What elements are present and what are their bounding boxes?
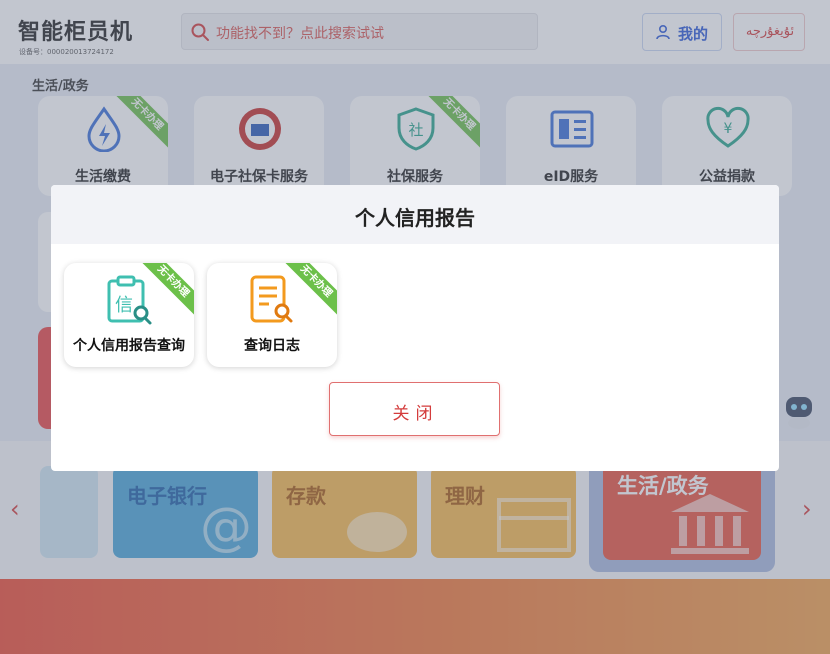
svg-text:信: 信 bbox=[115, 295, 133, 316]
query-log-button[interactable]: 无卡办理 查询日志 bbox=[207, 263, 337, 367]
credit-report-dialog: 个人信用报告 信 无卡办理 个人信用报告查询 无卡办理 查询日志 关闭 bbox=[51, 185, 779, 471]
close-button[interactable]: 关闭 bbox=[329, 382, 500, 436]
credit-report-search-icon: 信 bbox=[107, 275, 152, 325]
credit-report-query-button[interactable]: 信 无卡办理 个人信用报告查询 bbox=[64, 263, 194, 367]
dialog-header: 个人信用报告 bbox=[51, 185, 779, 244]
query-log-icon bbox=[250, 275, 293, 323]
tile-label: 个人信用报告查询 bbox=[73, 338, 185, 354]
tile-label: 查询日志 bbox=[244, 338, 300, 354]
close-label: 关闭 bbox=[392, 404, 439, 424]
dialog-title: 个人信用报告 bbox=[355, 206, 475, 230]
